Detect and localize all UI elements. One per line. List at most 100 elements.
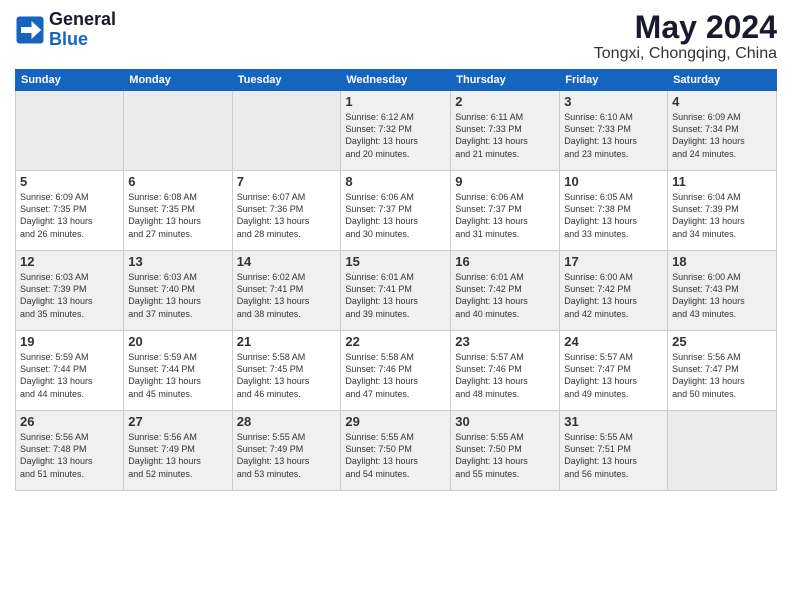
day-info: Sunrise: 5:59 AM Sunset: 7:44 PM Dayligh… xyxy=(128,351,227,400)
table-row: 1Sunrise: 6:12 AM Sunset: 7:32 PM Daylig… xyxy=(341,91,451,171)
table-row: 20 Sunrise: 5:59 AM Sunset: 7:44 PM Dayli… xyxy=(124,331,232,411)
logo: General Blue xyxy=(15,10,116,50)
day-info: Sunrise: 6:02 AM Sunset: 7:41 PM Dayligh… xyxy=(237,271,337,320)
day-info: Sunrise: 6:00 AM Sunset: 7:42 PM Dayligh… xyxy=(564,271,663,320)
calendar-week-row: 5 Sunrise: 6:09 AM Sunset: 7:35 PM Daylig… xyxy=(16,171,777,251)
day-number: 10 xyxy=(564,174,663,189)
table-row: 8 Sunrise: 6:06 AM Sunset: 7:37 PM Daylig… xyxy=(341,171,451,251)
table-row: 18Sunrise: 6:00 AM Sunset: 7:43 PM Dayli… xyxy=(668,251,777,331)
day-info: Sunrise: 5:55 AM Sunset: 7:49 PM Dayligh… xyxy=(237,431,337,480)
day-info: Sunrise: 6:09 AM Sunset: 7:34 PM Dayligh… xyxy=(672,111,772,160)
day-number: 30 xyxy=(455,414,555,429)
day-info: Sunrise: 6:12 AM Sunset: 7:32 PM Dayligh… xyxy=(345,111,446,160)
table-row xyxy=(124,91,232,171)
day-info: Sunrise: 6:09 AM Sunset: 7:35 PM Dayligh… xyxy=(20,191,119,240)
day-info: Sunrise: 6:10 AM Sunset: 7:33 PM Dayligh… xyxy=(564,111,663,160)
day-number: 18 xyxy=(672,254,772,269)
calendar-week-row: 1Sunrise: 6:12 AM Sunset: 7:32 PM Daylig… xyxy=(16,91,777,171)
calendar-week-row: 26 Sunrise: 5:56 AM Sunset: 7:48 PM Dayli… xyxy=(16,411,777,491)
day-number: 4 xyxy=(672,94,772,109)
day-info: Sunrise: 6:06 AM Sunset: 7:37 PM Dayligh… xyxy=(455,191,555,240)
day-number: 3 xyxy=(564,94,663,109)
day-info: Sunrise: 5:57 AM Sunset: 7:46 PM Dayligh… xyxy=(455,351,555,400)
table-row: 3 Sunrise: 6:10 AM Sunset: 7:33 PM Daylig… xyxy=(560,91,668,171)
logo-icon xyxy=(15,15,45,45)
table-row: 17 Sunrise: 6:00 AM Sunset: 7:42 PM Dayli… xyxy=(560,251,668,331)
calendar-table: Sunday Monday Tuesday Wednesday Thursday… xyxy=(15,69,777,491)
day-number: 14 xyxy=(237,254,337,269)
table-row: 4 Sunrise: 6:09 AM Sunset: 7:34 PM Daylig… xyxy=(668,91,777,171)
table-row: 25Sunrise: 5:56 AM Sunset: 7:47 PM Dayli… xyxy=(668,331,777,411)
table-row: 7 Sunrise: 6:07 AM Sunset: 7:36 PM Daylig… xyxy=(232,171,341,251)
col-thursday: Thursday xyxy=(451,70,560,91)
col-wednesday: Wednesday xyxy=(341,70,451,91)
subtitle: Tongxi, Chongqing, China xyxy=(594,45,777,63)
table-row: 5 Sunrise: 6:09 AM Sunset: 7:35 PM Daylig… xyxy=(16,171,124,251)
page: General Blue May 2024 Tongxi, Chongqing,… xyxy=(0,0,792,612)
day-number: 11 xyxy=(672,174,772,189)
day-info: Sunrise: 6:03 AM Sunset: 7:40 PM Dayligh… xyxy=(128,271,227,320)
day-number: 13 xyxy=(128,254,227,269)
day-number: 29 xyxy=(345,414,446,429)
day-number: 19 xyxy=(20,334,119,349)
day-number: 31 xyxy=(564,414,663,429)
day-info: Sunrise: 5:56 AM Sunset: 7:48 PM Dayligh… xyxy=(20,431,119,480)
day-info: Sunrise: 6:01 AM Sunset: 7:41 PM Dayligh… xyxy=(345,271,446,320)
logo-text: General Blue xyxy=(49,10,116,50)
day-number: 15 xyxy=(345,254,446,269)
day-number: 26 xyxy=(20,414,119,429)
table-row xyxy=(232,91,341,171)
day-number: 16 xyxy=(455,254,555,269)
day-number: 17 xyxy=(564,254,663,269)
table-row: 30 Sunrise: 5:55 AM Sunset: 7:50 PM Dayli… xyxy=(451,411,560,491)
day-info: Sunrise: 6:06 AM Sunset: 7:37 PM Dayligh… xyxy=(345,191,446,240)
title-block: May 2024 Tongxi, Chongqing, China xyxy=(594,10,777,63)
day-info: Sunrise: 6:04 AM Sunset: 7:39 PM Dayligh… xyxy=(672,191,772,240)
day-info: Sunrise: 5:58 AM Sunset: 7:46 PM Dayligh… xyxy=(345,351,446,400)
day-info: Sunrise: 5:59 AM Sunset: 7:44 PM Dayligh… xyxy=(20,351,119,400)
col-friday: Friday xyxy=(560,70,668,91)
day-info: Sunrise: 5:57 AM Sunset: 7:47 PM Dayligh… xyxy=(564,351,663,400)
day-info: Sunrise: 6:01 AM Sunset: 7:42 PM Dayligh… xyxy=(455,271,555,320)
day-number: 24 xyxy=(564,334,663,349)
day-info: Sunrise: 6:08 AM Sunset: 7:35 PM Dayligh… xyxy=(128,191,227,240)
day-info: Sunrise: 5:55 AM Sunset: 7:51 PM Dayligh… xyxy=(564,431,663,480)
day-number: 21 xyxy=(237,334,337,349)
header: General Blue May 2024 Tongxi, Chongqing,… xyxy=(15,10,777,63)
col-saturday: Saturday xyxy=(668,70,777,91)
table-row: 23 Sunrise: 5:57 AM Sunset: 7:46 PM Dayli… xyxy=(451,331,560,411)
day-number: 28 xyxy=(237,414,337,429)
day-number: 5 xyxy=(20,174,119,189)
day-number: 20 xyxy=(128,334,227,349)
day-info: Sunrise: 5:56 AM Sunset: 7:47 PM Dayligh… xyxy=(672,351,772,400)
table-row: 27Sunrise: 5:56 AM Sunset: 7:49 PM Dayli… xyxy=(124,411,232,491)
day-number: 23 xyxy=(455,334,555,349)
table-row: 13 Sunrise: 6:03 AM Sunset: 7:40 PM Dayli… xyxy=(124,251,232,331)
day-number: 27 xyxy=(128,414,227,429)
day-number: 12 xyxy=(20,254,119,269)
table-row: 9 Sunrise: 6:06 AM Sunset: 7:37 PM Daylig… xyxy=(451,171,560,251)
day-number: 8 xyxy=(345,174,446,189)
main-title: May 2024 xyxy=(594,10,777,45)
table-row: 29Sunrise: 5:55 AM Sunset: 7:50 PM Dayli… xyxy=(341,411,451,491)
table-row xyxy=(16,91,124,171)
day-number: 9 xyxy=(455,174,555,189)
table-row: 12Sunrise: 6:03 AM Sunset: 7:39 PM Dayli… xyxy=(16,251,124,331)
table-row: 26 Sunrise: 5:56 AM Sunset: 7:48 PM Dayli… xyxy=(16,411,124,491)
calendar-week-row: 19 Sunrise: 5:59 AM Sunset: 7:44 PM Dayli… xyxy=(16,331,777,411)
table-row: 10 Sunrise: 6:05 AM Sunset: 7:38 PM Dayli… xyxy=(560,171,668,251)
calendar-week-row: 12Sunrise: 6:03 AM Sunset: 7:39 PM Dayli… xyxy=(16,251,777,331)
table-row: 31 Sunrise: 5:55 AM Sunset: 7:51 PM Dayli… xyxy=(560,411,668,491)
table-row: 24 Sunrise: 5:57 AM Sunset: 7:47 PM Dayli… xyxy=(560,331,668,411)
day-info: Sunrise: 6:05 AM Sunset: 7:38 PM Dayligh… xyxy=(564,191,663,240)
col-tuesday: Tuesday xyxy=(232,70,341,91)
day-info: Sunrise: 6:11 AM Sunset: 7:33 PM Dayligh… xyxy=(455,111,555,160)
day-number: 7 xyxy=(237,174,337,189)
col-sunday: Sunday xyxy=(16,70,124,91)
table-row: 28 Sunrise: 5:55 AM Sunset: 7:49 PM Dayli… xyxy=(232,411,341,491)
day-info: Sunrise: 5:55 AM Sunset: 7:50 PM Dayligh… xyxy=(455,431,555,480)
table-row: 11 Sunrise: 6:04 AM Sunset: 7:39 PM Dayli… xyxy=(668,171,777,251)
day-info: Sunrise: 6:07 AM Sunset: 7:36 PM Dayligh… xyxy=(237,191,337,240)
table-row: 22Sunrise: 5:58 AM Sunset: 7:46 PM Dayli… xyxy=(341,331,451,411)
table-row xyxy=(668,411,777,491)
